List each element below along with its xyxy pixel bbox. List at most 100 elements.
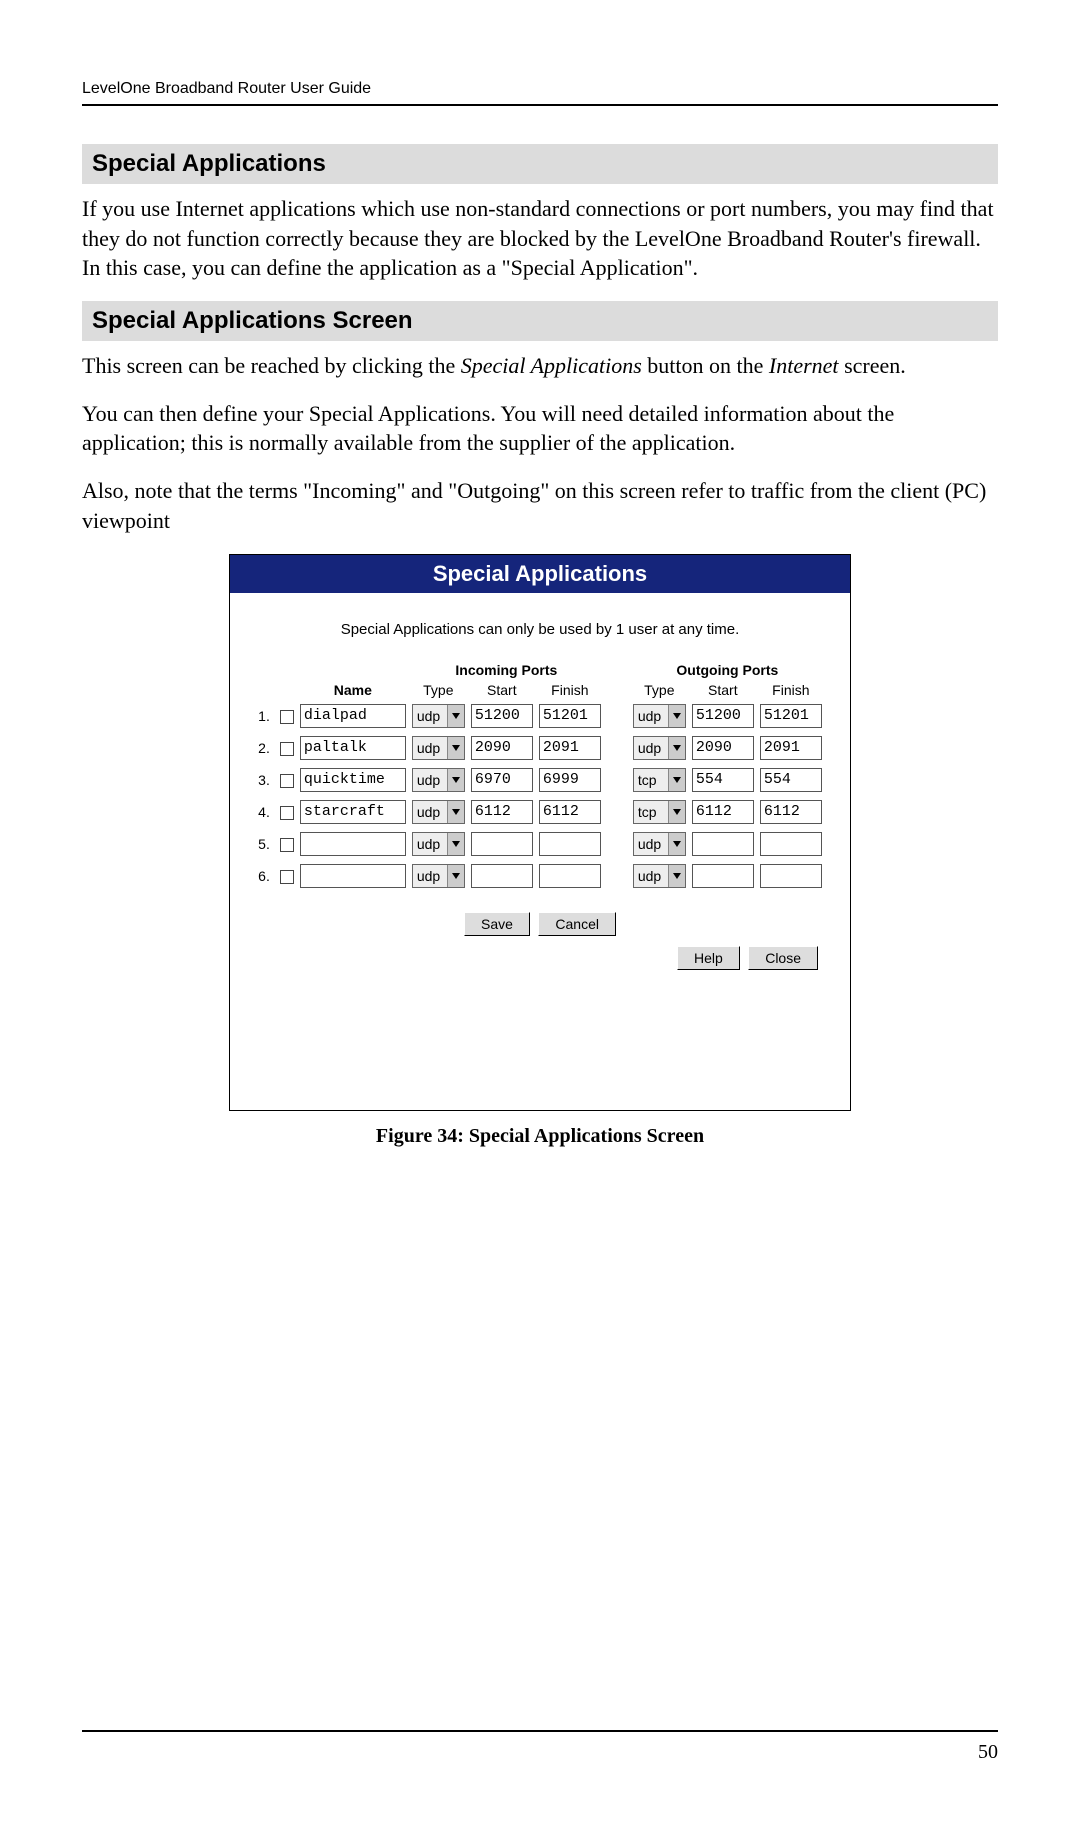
name-input[interactable] bbox=[300, 800, 406, 824]
text: screen. bbox=[839, 353, 906, 378]
paragraph: Also, note that the terms "Incoming" and… bbox=[82, 476, 998, 535]
cancel-button[interactable]: Cancel bbox=[538, 912, 616, 936]
text-italic: Special Applications bbox=[461, 353, 642, 378]
col-finish: Finish bbox=[536, 680, 604, 700]
name-input[interactable] bbox=[300, 832, 406, 856]
enable-checkbox[interactable] bbox=[280, 806, 294, 820]
row-number: 2. bbox=[255, 732, 273, 764]
chevron-down-icon bbox=[447, 737, 464, 759]
outgoing-finish-input[interactable] bbox=[760, 736, 822, 760]
incoming-finish-input[interactable] bbox=[539, 768, 601, 792]
outgoing-type-select[interactable]: udp bbox=[633, 832, 686, 856]
table-row: 6. udp udp bbox=[255, 860, 825, 892]
incoming-type-select[interactable]: udp bbox=[412, 768, 465, 792]
figure-body: Special Applications can only be used by… bbox=[230, 593, 850, 1110]
incoming-finish-input[interactable] bbox=[539, 736, 601, 760]
col-name: Name bbox=[297, 680, 409, 700]
table-row: 3. udp tcp bbox=[255, 764, 825, 796]
name-input[interactable] bbox=[300, 736, 406, 760]
outgoing-type-select[interactable]: udp bbox=[633, 736, 686, 760]
incoming-finish-input[interactable] bbox=[539, 800, 601, 824]
table-row: 1. udp udp bbox=[255, 700, 825, 732]
page-number: 50 bbox=[978, 1741, 998, 1764]
chevron-down-icon bbox=[447, 769, 464, 791]
enable-checkbox[interactable] bbox=[280, 838, 294, 852]
outgoing-start-input[interactable] bbox=[692, 832, 754, 856]
chevron-down-icon bbox=[668, 801, 685, 823]
close-button[interactable]: Close bbox=[748, 946, 818, 970]
incoming-start-input[interactable] bbox=[471, 736, 533, 760]
incoming-type-select[interactable]: udp bbox=[412, 704, 465, 728]
save-button[interactable]: Save bbox=[464, 912, 530, 936]
incoming-finish-input[interactable] bbox=[539, 704, 601, 728]
outgoing-finish-input[interactable] bbox=[760, 800, 822, 824]
outgoing-type-select[interactable]: udp bbox=[633, 704, 686, 728]
table-row: 5.udpudp bbox=[255, 828, 825, 860]
incoming-type-select[interactable]: udp bbox=[412, 832, 465, 856]
table-row: 2. udp udp bbox=[255, 732, 825, 764]
chevron-down-icon bbox=[668, 833, 685, 855]
chevron-down-icon bbox=[447, 801, 464, 823]
incoming-finish-input[interactable] bbox=[539, 832, 601, 856]
incoming-type-select[interactable]: udp bbox=[412, 800, 465, 824]
chevron-down-icon bbox=[668, 769, 685, 791]
outgoing-start-input[interactable] bbox=[692, 800, 754, 824]
enable-checkbox[interactable] bbox=[280, 870, 294, 884]
name-input[interactable] bbox=[300, 704, 406, 728]
chevron-down-icon bbox=[447, 833, 464, 855]
enable-checkbox[interactable] bbox=[280, 742, 294, 756]
incoming-start-input[interactable] bbox=[471, 864, 533, 888]
col-type: Type bbox=[409, 680, 468, 700]
button-row-main: Save Cancel bbox=[254, 912, 826, 936]
outgoing-start-input[interactable] bbox=[692, 736, 754, 760]
help-button[interactable]: Help bbox=[677, 946, 740, 970]
col-group-incoming: Incoming Ports bbox=[409, 660, 604, 680]
outgoing-finish-input[interactable] bbox=[760, 832, 822, 856]
incoming-start-input[interactable] bbox=[471, 832, 533, 856]
button-row-secondary: Help Close bbox=[254, 946, 826, 970]
col-start: Start bbox=[468, 680, 536, 700]
footer-rule bbox=[82, 1730, 998, 1732]
table-row: 4. udp tcp bbox=[255, 796, 825, 828]
chevron-down-icon bbox=[447, 705, 464, 727]
enable-checkbox[interactable] bbox=[280, 710, 294, 724]
chevron-down-icon bbox=[668, 737, 685, 759]
text: button on the bbox=[642, 353, 769, 378]
incoming-start-input[interactable] bbox=[471, 800, 533, 824]
incoming-finish-input[interactable] bbox=[539, 864, 601, 888]
special-apps-table: Incoming Ports Outgoing Ports Name Type … bbox=[255, 660, 825, 892]
paragraph: You can then define your Special Applica… bbox=[82, 399, 998, 458]
row-number: 4. bbox=[255, 796, 273, 828]
outgoing-finish-input[interactable] bbox=[760, 704, 822, 728]
running-header: LevelOne Broadband Router User Guide bbox=[82, 80, 998, 106]
name-input[interactable] bbox=[300, 768, 406, 792]
chevron-down-icon bbox=[447, 865, 464, 887]
col-finish: Finish bbox=[757, 680, 825, 700]
outgoing-finish-input[interactable] bbox=[760, 768, 822, 792]
outgoing-start-input[interactable] bbox=[692, 864, 754, 888]
row-number: 1. bbox=[255, 700, 273, 732]
incoming-start-input[interactable] bbox=[471, 704, 533, 728]
enable-checkbox[interactable] bbox=[280, 774, 294, 788]
section-heading-special-applications: Special Applications bbox=[82, 144, 998, 184]
text-italic: Internet bbox=[769, 353, 839, 378]
name-input[interactable] bbox=[300, 864, 406, 888]
page: LevelOne Broadband Router User Guide Spe… bbox=[0, 0, 1080, 1822]
chevron-down-icon bbox=[668, 865, 685, 887]
figure-banner: Special Applications bbox=[230, 555, 850, 593]
row-number: 6. bbox=[255, 860, 273, 892]
outgoing-type-select[interactable]: tcp bbox=[633, 800, 686, 824]
paragraph: If you use Internet applications which u… bbox=[82, 194, 998, 283]
outgoing-finish-input[interactable] bbox=[760, 864, 822, 888]
outgoing-type-select[interactable]: tcp bbox=[633, 768, 686, 792]
incoming-type-select[interactable]: udp bbox=[412, 864, 465, 888]
row-number: 3. bbox=[255, 764, 273, 796]
col-type: Type bbox=[630, 680, 689, 700]
paragraph: This screen can be reached by clicking t… bbox=[82, 351, 998, 381]
outgoing-start-input[interactable] bbox=[692, 768, 754, 792]
outgoing-type-select[interactable]: udp bbox=[633, 864, 686, 888]
section-heading-special-applications-screen: Special Applications Screen bbox=[82, 301, 998, 341]
incoming-type-select[interactable]: udp bbox=[412, 736, 465, 760]
incoming-start-input[interactable] bbox=[471, 768, 533, 792]
outgoing-start-input[interactable] bbox=[692, 704, 754, 728]
